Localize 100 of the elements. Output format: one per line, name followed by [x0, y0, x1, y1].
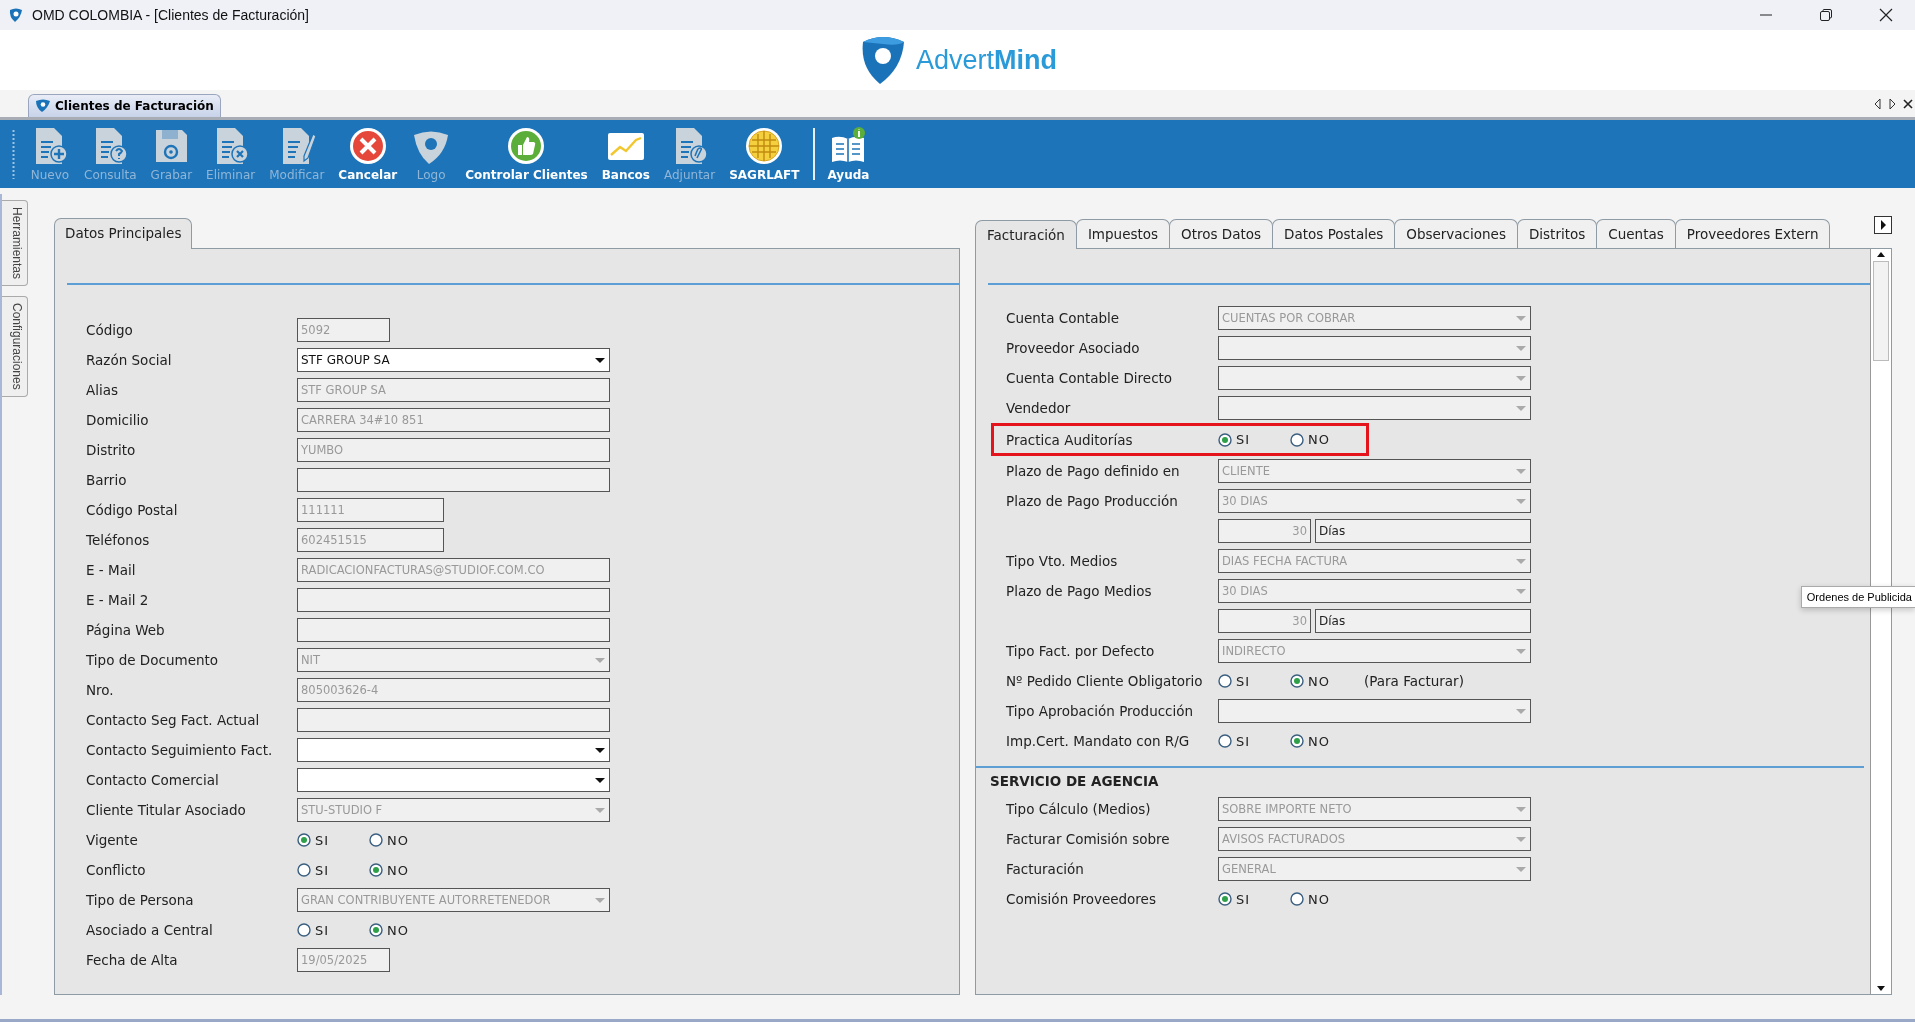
radio-option[interactable]: SI	[1218, 733, 1290, 749]
toolbar-button[interactable]: Cancelar	[331, 126, 405, 182]
radio-option[interactable]: NO	[369, 862, 441, 878]
field-label: Tipo Aprobación Producción	[1006, 703, 1195, 719]
number-field[interactable]: 30	[1218, 609, 1311, 633]
panel-tab[interactable]: Distritos	[1516, 219, 1598, 248]
scrollbar-thumb[interactable]	[1873, 261, 1889, 361]
unit-field: Días	[1315, 609, 1531, 633]
text-field[interactable]	[297, 708, 610, 732]
radio-option[interactable]: NO	[1290, 733, 1362, 749]
field-label: Tipo de Documento	[86, 652, 220, 668]
field-label: E - Mail	[86, 562, 137, 578]
cancel-icon	[347, 126, 388, 166]
field-label: Vendedor	[1006, 400, 1072, 416]
text-field[interactable]	[297, 468, 610, 492]
scroll-left-icon[interactable]	[1873, 98, 1882, 110]
panel-tab[interactable]: Cuentas	[1596, 219, 1676, 248]
panel-tab[interactable]: Datos Principales	[54, 218, 193, 249]
panel-tab[interactable]: Proveedores Extern	[1674, 219, 1831, 248]
toolbar-button[interactable]: Controlar Clientes	[458, 126, 595, 182]
scroll-right-icon[interactable]	[1888, 98, 1897, 110]
field-label: Nº Pedido Cliente Obligatorio	[1006, 673, 1204, 689]
field-label: Código Postal	[86, 502, 179, 518]
toolbar-button[interactable]: Bancos	[594, 126, 657, 182]
window-title: OMD COLOMBIA - [Clientes de Facturación]	[32, 7, 309, 23]
field-label: Cuenta Contable Directo	[1006, 370, 1174, 386]
side-tab[interactable]: Configuraciones	[2, 296, 28, 397]
caret-icon	[1514, 496, 1528, 506]
text-field[interactable]: YUMBO	[297, 438, 610, 462]
field-label: Tipo Fact. por Defecto	[1006, 643, 1156, 659]
field-label: Teléfonos	[86, 532, 151, 548]
caret-icon	[1514, 403, 1528, 413]
text-field[interactable]	[297, 618, 610, 642]
dropdown-field[interactable]: STF GROUP SA	[297, 348, 610, 372]
caret-icon	[1514, 804, 1528, 814]
caret-icon	[1514, 556, 1528, 566]
caret-icon	[1514, 864, 1528, 874]
field-label: Contacto Seguimiento Fact.	[86, 742, 274, 758]
side-tab[interactable]: Herramientas	[2, 200, 28, 287]
radio-option[interactable]: NO	[369, 922, 441, 938]
panel-tab[interactable]: Observaciones	[1394, 219, 1518, 248]
dropdown-field[interactable]	[297, 768, 610, 792]
unit-field: Días	[1315, 519, 1531, 543]
text-field[interactable]: 805003626-4	[297, 678, 610, 702]
radio-option[interactable]: SI	[297, 862, 369, 878]
field-label: Imp.Cert. Mandato con R/G	[1006, 733, 1191, 749]
caret-icon	[593, 775, 607, 785]
field-label: Comisión Proveedores	[1006, 891, 1157, 907]
radio-option[interactable]: SI	[297, 922, 369, 938]
field-label: Contacto Comercial	[86, 772, 220, 788]
text-field[interactable]: 111111	[297, 498, 444, 522]
radio-option[interactable]: SI	[297, 832, 369, 848]
panel-tab[interactable]: Facturación	[975, 220, 1077, 249]
radio-option[interactable]: NO	[1290, 673, 1362, 689]
text-field[interactable]: 5092	[297, 318, 390, 342]
text-field[interactable]: STF GROUP SA	[297, 378, 610, 402]
scroll-right-icon[interactable]	[1874, 216, 1892, 234]
field-label: Plazo de Pago definido en	[1006, 463, 1181, 479]
radio-option[interactable]: NO	[1290, 432, 1362, 447]
toolbar-button[interactable]: Ayuda	[820, 126, 877, 182]
text-field[interactable]: 602451515	[297, 528, 444, 552]
field-label: Tipo Cálculo (Medios)	[1006, 801, 1152, 817]
caret-icon	[1514, 834, 1528, 844]
panel-tab[interactable]: Datos Postales	[1272, 219, 1396, 248]
panel-tab[interactable]: Impuestos	[1075, 219, 1171, 248]
caret-icon	[593, 745, 607, 755]
field-label: Cliente Titular Asociado	[86, 802, 247, 818]
dropdown-field[interactable]	[297, 738, 610, 762]
field-label: Proveedor Asociado	[1006, 340, 1141, 356]
radio-option[interactable]: SI	[1218, 673, 1290, 689]
caret-icon	[1514, 373, 1528, 383]
app-logo-icon	[8, 7, 24, 23]
radio-option[interactable]: SI	[1218, 432, 1290, 447]
close-icon[interactable]	[1903, 99, 1913, 109]
text-field[interactable]: 19/05/2025	[297, 948, 390, 972]
radio-option[interactable]: NO	[369, 832, 441, 848]
toolbar-button[interactable]: SAGRLAFT	[722, 126, 807, 182]
grid-globe-icon	[744, 126, 785, 166]
caret-icon	[1514, 646, 1528, 656]
panel-tab[interactable]: Otros Datos	[1169, 219, 1274, 248]
document-tab[interactable]: Clientes de Facturación	[28, 94, 221, 117]
radio-option[interactable]: SI	[1218, 891, 1290, 907]
caret-icon	[1514, 313, 1528, 323]
caret-icon	[593, 655, 607, 665]
section-heading: SERVICIO DE AGENCIA	[990, 773, 1160, 789]
caret-icon	[1514, 706, 1528, 716]
caret-icon	[593, 805, 607, 815]
caret-icon	[1514, 586, 1528, 596]
text-field[interactable]	[297, 588, 610, 612]
text-field[interactable]: RADICACIONFACTURAS@STUDIOF.COM.CO	[297, 558, 610, 582]
number-field[interactable]: 30	[1218, 519, 1311, 543]
brand-name: AdvertMind	[916, 44, 1057, 76]
caret-icon	[593, 895, 607, 905]
restore-icon[interactable]	[1819, 8, 1833, 22]
field-label: Contacto Seg Fact. Actual	[86, 712, 261, 728]
radio-option[interactable]: NO	[1290, 891, 1362, 907]
field-label: Barrio	[86, 472, 128, 488]
text-field[interactable]: CARRERA 34#10 851	[297, 408, 610, 432]
close-icon[interactable]	[1879, 8, 1893, 22]
toolbar-grip-icon	[12, 129, 15, 179]
